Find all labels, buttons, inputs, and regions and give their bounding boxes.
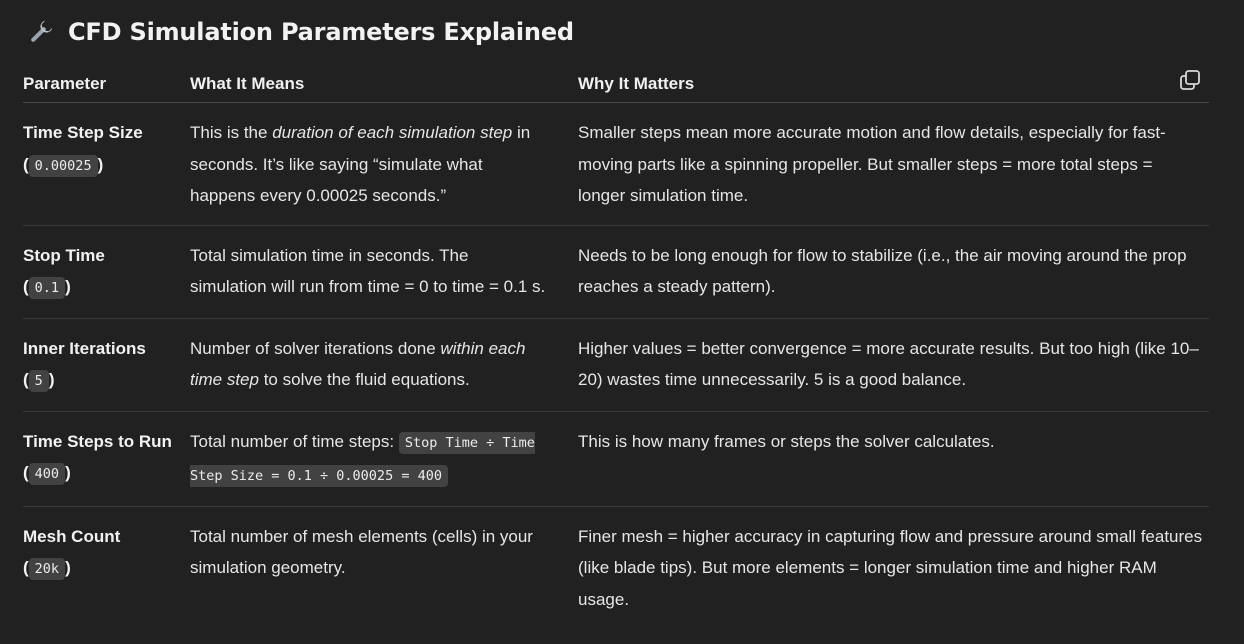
- means-cell: Number of solver iterations done within …: [190, 318, 578, 412]
- param-value-code: 0.1: [28, 277, 66, 299]
- means-cell: This is the duration of each simulation …: [190, 102, 578, 226]
- param-cell: Time Step Size(0.00025): [23, 102, 190, 226]
- why-cell: Higher values = better convergence = mor…: [578, 318, 1209, 412]
- means-cell: Total number of time steps: Stop Time ÷ …: [190, 411, 578, 507]
- means-cell: Total number of mesh elements (cells) in…: [190, 526, 533, 578]
- table-row: Stop Time(0.1) Total simulation time in …: [23, 225, 1209, 319]
- emphasis-text: duration of each simulation step: [272, 123, 513, 142]
- header-what-it-means: What It Means: [190, 66, 578, 103]
- param-cell: Time Steps to Run (400): [23, 411, 190, 507]
- table-row: Mesh Count(20k) Total number of mesh ele…: [23, 506, 1209, 628]
- section-heading: CFD Simulation Parameters Explained: [26, 14, 574, 50]
- param-name: Mesh Count: [23, 526, 121, 546]
- section-title: CFD Simulation Parameters Explained: [68, 18, 574, 46]
- param-value-code: 400: [28, 463, 66, 485]
- table-row: Time Step Size(0.00025) This is the dura…: [23, 102, 1209, 226]
- param-value-code: 20k: [28, 558, 66, 580]
- header-parameter: Parameter: [23, 66, 190, 103]
- why-cell: This is how many frames or steps the sol…: [578, 411, 1209, 507]
- header-why-it-matters: Why It Matters: [578, 66, 1209, 103]
- param-name: Time Steps to Run: [23, 431, 172, 451]
- why-cell: Finer mesh = higher accuracy in capturin…: [578, 526, 1203, 609]
- param-cell: Stop Time(0.1): [23, 225, 190, 319]
- why-cell: Smaller steps mean more accurate motion …: [578, 102, 1209, 226]
- table-row: Time Steps to Run (400) Total number of …: [23, 411, 1209, 507]
- param-value-code: 0.00025: [28, 154, 98, 177]
- param-cell: Inner Iterations (5): [23, 318, 190, 412]
- parameters-table: Parameter What It Means Why It Matters T…: [23, 66, 1209, 628]
- means-cell: Total simulation time in seconds. The si…: [190, 225, 578, 319]
- table-header-row: Parameter What It Means Why It Matters: [23, 66, 1209, 103]
- param-cell: Mesh Count(20k): [23, 506, 190, 628]
- wrench-icon: [26, 17, 56, 47]
- param-name: Inner Iterations: [23, 338, 146, 358]
- table-row: Inner Iterations (5) Number of solver it…: [23, 318, 1209, 412]
- param-value-code: 5: [28, 370, 49, 392]
- param-name: Time Step Size: [23, 123, 143, 142]
- why-cell: Needs to be long enough for flow to stab…: [578, 225, 1209, 319]
- param-name: Stop Time: [23, 245, 105, 265]
